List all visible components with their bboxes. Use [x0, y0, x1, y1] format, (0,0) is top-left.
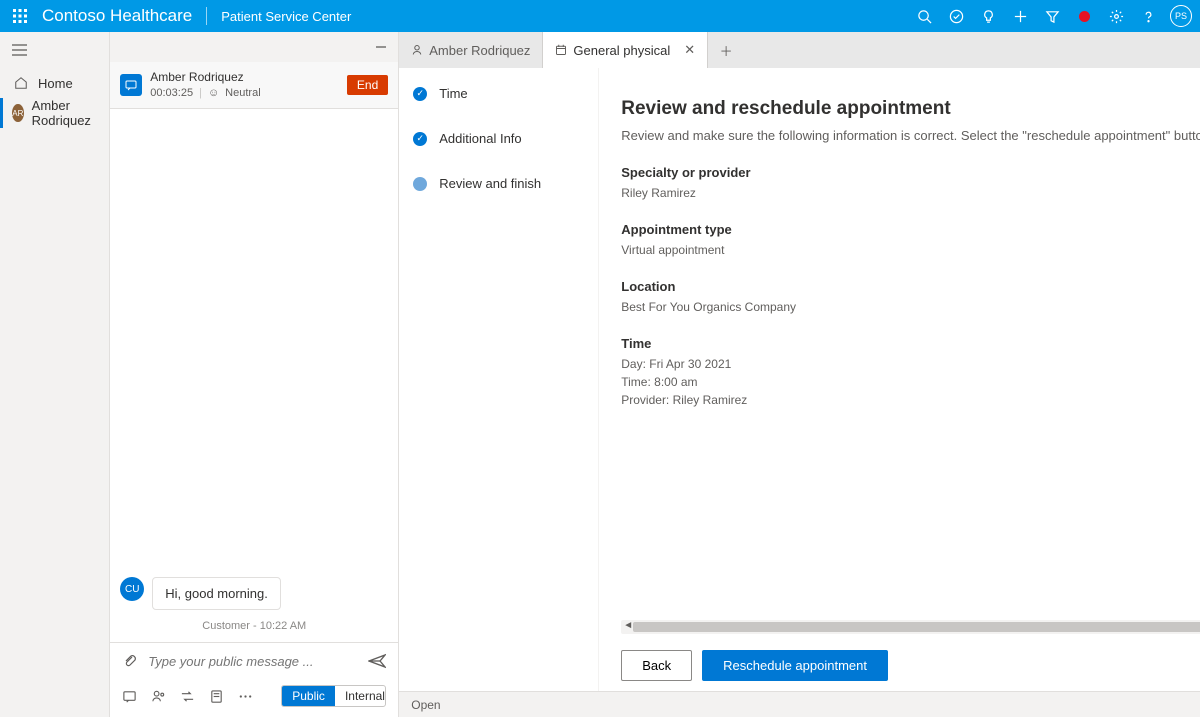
visibility-internal[interactable]: Internal	[335, 686, 386, 706]
transfer-icon[interactable]	[180, 689, 195, 704]
visibility-toggle[interactable]: Public Internal	[281, 685, 386, 707]
field-appointment-type: Appointment type Virtual appointment	[621, 222, 1200, 259]
reschedule-button[interactable]: Reschedule appointment	[702, 650, 888, 681]
sentiment-icon: ☺	[208, 86, 219, 100]
chat-message-meta: Customer - 10:22 AM	[120, 620, 388, 632]
step-current-icon	[413, 177, 427, 191]
nav-home[interactable]: Home	[0, 68, 109, 98]
work-area: Amber Rodriquez General physical ✕ ＋ Tim…	[399, 32, 1200, 717]
add-tab-button[interactable]: ＋	[708, 32, 744, 68]
step-review-finish[interactable]: Review and finish	[413, 176, 584, 191]
left-navigation: Home AR Amber Rodriquez	[0, 32, 110, 717]
step-time[interactable]: Time	[413, 86, 584, 101]
review-panel: Review and reschedule appointment Review…	[599, 68, 1200, 691]
session-duration: 00:03:25	[150, 86, 193, 100]
back-button[interactable]: Back	[621, 650, 692, 681]
nav-session-label: Amber Rodriquez	[32, 98, 98, 128]
nav-session-amber[interactable]: AR Amber Rodriquez	[0, 98, 109, 128]
record-indicator-icon[interactable]	[1068, 0, 1100, 32]
app-subtitle: Patient Service Center	[221, 9, 351, 24]
minimize-icon[interactable]	[374, 40, 388, 54]
chat-input-area: Public Internal	[110, 642, 398, 717]
user-avatar[interactable]: PS	[1170, 5, 1192, 27]
close-tab-icon[interactable]: ✕	[684, 42, 695, 58]
more-icon[interactable]	[238, 689, 253, 704]
calendar-icon	[555, 44, 567, 56]
send-icon[interactable]	[368, 653, 386, 669]
chat-message-text: Hi, good morning.	[152, 577, 281, 610]
nav-home-label: Home	[38, 76, 73, 91]
home-icon	[12, 74, 30, 92]
help-icon[interactable]	[1132, 0, 1164, 32]
customer-avatar: CU	[120, 577, 144, 601]
status-open[interactable]: Open	[411, 698, 440, 712]
wizard-steps: Time Additional Info Review and finish	[399, 68, 599, 691]
settings-icon[interactable]	[1100, 0, 1132, 32]
top-navigation-bar: Contoso Healthcare Patient Service Cente…	[0, 0, 1200, 32]
tab-appointment-label: General physical	[573, 43, 670, 58]
field-time: Time Day: Fri Apr 30 2021 Time: 8:00 am …	[621, 336, 1200, 409]
tab-patient[interactable]: Amber Rodriquez	[399, 32, 543, 68]
review-title: Review and reschedule appointment	[621, 98, 1200, 120]
consult-icon[interactable]	[151, 689, 166, 704]
brand-title: Contoso Healthcare	[42, 6, 192, 26]
review-description: Review and make sure the following infor…	[621, 128, 1200, 143]
person-icon	[411, 44, 423, 56]
attachment-icon[interactable]	[122, 653, 138, 669]
quick-reply-icon[interactable]	[122, 689, 137, 704]
task-icon[interactable]	[940, 0, 972, 32]
hamburger-menu-icon[interactable]	[0, 32, 109, 68]
chat-transcript: CU Hi, good morning. Customer - 10:22 AM	[110, 109, 398, 642]
session-customer-name: Amber Rodriquez	[150, 70, 347, 86]
end-session-button[interactable]: End	[347, 75, 388, 95]
session-avatar: AR	[12, 104, 24, 122]
tab-appointment[interactable]: General physical ✕	[543, 32, 708, 68]
chat-input[interactable]	[148, 654, 358, 669]
tab-bar: Amber Rodriquez General physical ✕ ＋	[399, 32, 1200, 68]
status-bar: Open Save	[399, 691, 1200, 717]
tab-patient-label: Amber Rodriquez	[429, 43, 530, 58]
visibility-public[interactable]: Public	[282, 686, 335, 706]
filter-icon[interactable]	[1036, 0, 1068, 32]
chat-channel-icon	[120, 74, 142, 96]
chat-message: CU Hi, good morning.	[120, 577, 388, 610]
notes-icon[interactable]	[209, 689, 224, 704]
step-done-icon	[413, 132, 427, 146]
step-additional-info[interactable]: Additional Info	[413, 131, 584, 146]
divider	[206, 7, 207, 25]
horizontal-scrollbar[interactable]: ◄►	[621, 620, 1200, 634]
session-sentiment: Neutral	[225, 86, 260, 100]
add-icon[interactable]	[1004, 0, 1036, 32]
app-launcher-icon[interactable]	[8, 4, 32, 28]
session-header: Amber Rodriquez 00:03:25 | ☺ Neutral End	[110, 62, 398, 109]
lightbulb-icon[interactable]	[972, 0, 1004, 32]
step-done-icon	[413, 87, 427, 101]
conversation-panel: Amber Rodriquez 00:03:25 | ☺ Neutral End…	[110, 32, 399, 717]
search-icon[interactable]	[908, 0, 940, 32]
field-location: Location Best For You Organics Company	[621, 279, 1200, 316]
field-specialty: Specialty or provider Riley Ramirez	[621, 165, 1200, 202]
